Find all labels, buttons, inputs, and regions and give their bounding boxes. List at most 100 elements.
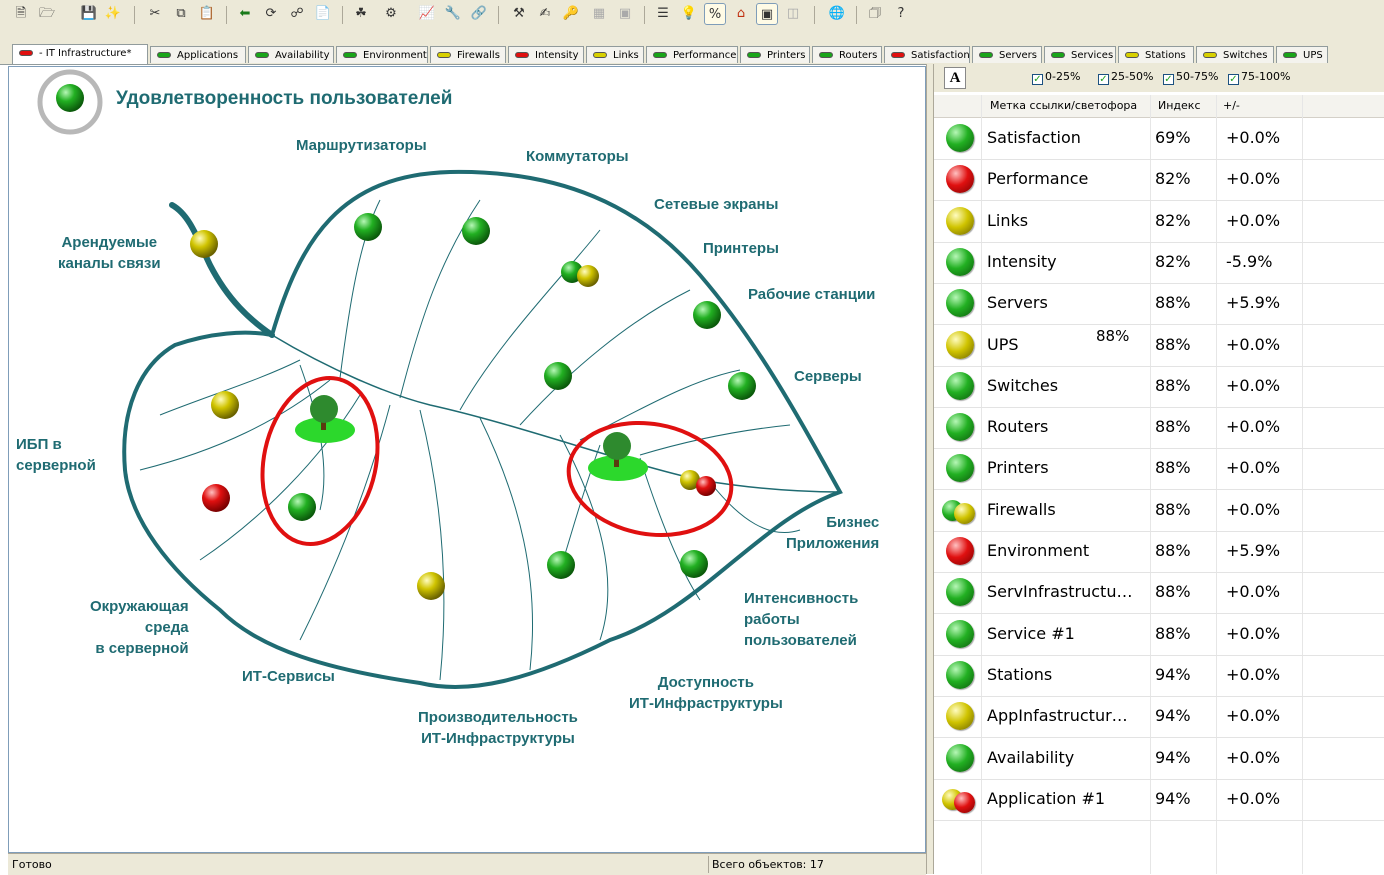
status-light-intensity <box>680 550 708 578</box>
font-size-button[interactable]: A <box>944 67 966 89</box>
indicator-row[interactable]: Routers 88% +0.0% <box>934 408 1384 450</box>
status-light-icon <box>946 702 974 731</box>
status-light-icon <box>946 454 974 483</box>
indicator-index: 88% <box>1155 334 1191 354</box>
indicator-row[interactable]: Servers 88% +5.9% <box>934 284 1384 326</box>
indicator-row[interactable]: Performance 82% +0.0% <box>934 160 1384 202</box>
indicator-delta: +0.0% <box>1226 582 1281 602</box>
filter-0-25[interactable]: ✓ 0-25% <box>1032 70 1080 85</box>
tree-icon <box>588 432 648 481</box>
indicator-row[interactable]: Service #1 88% +0.0% <box>934 615 1384 656</box>
indicator-name: Switches <box>987 375 1059 395</box>
panel-splitter[interactable] <box>926 64 934 874</box>
status-pill-icon <box>1203 52 1217 58</box>
indicator-delta: +0.0% <box>1226 375 1281 395</box>
tab-label: Stations <box>1145 50 1186 61</box>
indicator-row[interactable]: Firewalls 88% +0.0% <box>934 491 1384 532</box>
label-it-services: ИТ-Сервисы <box>242 668 335 685</box>
tab-servers[interactable]: Servers <box>972 46 1042 63</box>
indicator-index: 88% <box>1155 541 1191 560</box>
indicator-panel: A ✓ 0-25% ✓ 25-50% ✓ 50-75% ✓ 75-100% Метка … <box>934 64 1384 874</box>
status-light-group <box>56 84 756 600</box>
indicator-name: UPS <box>987 334 1019 354</box>
indicator-name: Printers <box>987 458 1049 478</box>
highlight-circle-left <box>260 376 380 546</box>
indicator-index: 88% <box>1155 417 1191 437</box>
indicator-delta: +0.0% <box>1226 623 1281 643</box>
tab-label: UPS <box>1303 50 1323 61</box>
status-light-icon <box>946 330 974 359</box>
column-header-index[interactable]: Индекс <box>1158 99 1201 112</box>
indicator-delta: +0.0% <box>1226 169 1281 189</box>
label-routers: Маршрутизаторы <box>296 137 427 154</box>
indicator-row[interactable]: Links 82% +0.0% <box>934 202 1384 243</box>
indicator-name: Environment <box>987 541 1090 560</box>
grid-header: Метка ссылки/светофора Индекс +/- <box>934 95 1384 118</box>
indicator-delta: +0.0% <box>1226 747 1281 767</box>
indicator-name: Satisfaction <box>987 128 1081 147</box>
label-environment: Окружающая среда в серверной <box>90 598 189 657</box>
filter-25-50[interactable]: ✓ 25-50% <box>1098 70 1153 85</box>
indicator-row[interactable]: Stations 94% +0.0% <box>934 656 1384 697</box>
highlight-circle-right <box>566 420 734 538</box>
indicator-row[interactable]: Printers 88% +0.0% <box>934 449 1384 491</box>
status-bar: Готово Всего объектов: 17 <box>8 853 926 875</box>
label-firewalls: Сетевые экраны <box>654 196 779 213</box>
indicator-row[interactable]: ServInfrastructu… 88% +0.0% <box>934 573 1384 615</box>
indicator-name: Routers <box>987 417 1049 437</box>
status-light-icon <box>946 247 974 276</box>
indicator-index: 88% <box>1155 582 1191 602</box>
status-light-icon <box>954 791 975 813</box>
indicator-name: Performance <box>987 169 1089 189</box>
filter-75-100[interactable]: ✓ 75-100% <box>1228 70 1290 85</box>
tab-label: Servers <box>999 50 1038 61</box>
tab-stations[interactable]: Stations <box>1118 46 1194 63</box>
indicator-index: 88% <box>1155 499 1191 519</box>
filter-bar: A ✓ 0-25% ✓ 25-50% ✓ 50-75% ✓ 75-100% <box>934 64 1384 92</box>
indicator-row[interactable]: AppInfastructur… 94% +0.0% <box>934 697 1384 739</box>
column-header-name[interactable]: Метка ссылки/светофора <box>990 99 1137 112</box>
indicator-row[interactable]: Environment 88% +5.9% <box>934 532 1384 573</box>
indicator-name: Application #1 <box>987 788 1106 808</box>
column-header-delta[interactable]: +/- <box>1223 99 1240 112</box>
tab-switches[interactable]: Switches <box>1196 46 1274 63</box>
status-light-icon <box>946 206 974 235</box>
status-light-links <box>190 230 218 258</box>
status-light-performance <box>417 572 445 600</box>
status-light-satisfaction <box>56 84 84 112</box>
status-pill-icon <box>1283 52 1297 58</box>
indicator-index: 88% <box>1155 293 1191 313</box>
tree-icon <box>295 395 355 443</box>
status-light-apps-b <box>696 476 716 496</box>
indicator-name: Firewalls <box>987 499 1056 519</box>
indicator-row[interactable]: Intensity 82% -5.9% <box>934 243 1384 284</box>
indicator-index: 88% <box>1155 623 1191 643</box>
indicator-index: 94% <box>1155 664 1191 684</box>
tab-services[interactable]: Services <box>1044 46 1116 63</box>
indicator-name: ServInfrastructu… <box>987 582 1133 602</box>
map-title: Удовлетворенность пользователей <box>116 88 453 109</box>
indicator-row[interactable]: Availability 94% +0.0% <box>934 739 1384 780</box>
indicator-row[interactable]: UPS 88% +0.0% <box>934 326 1384 367</box>
label-intensity: Интенсивность работы пользователей <box>744 590 859 649</box>
label-switches: Коммутаторы <box>526 148 629 165</box>
indicator-delta: -5.9% <box>1226 251 1273 271</box>
filter-50-75[interactable]: ✓ 50-75% <box>1163 70 1218 85</box>
status-light-icon <box>946 413 974 442</box>
status-light-icon <box>946 124 974 152</box>
indicator-delta: +0.0% <box>1226 706 1281 726</box>
indicator-row[interactable]: Satisfaction 69% +0.0% <box>934 119 1384 160</box>
status-light-firewalls-b <box>577 265 599 287</box>
indicator-delta: +0.0% <box>1226 210 1281 230</box>
indicator-row[interactable]: Application #1 94% +0.0% <box>934 780 1384 821</box>
indicator-index: 88% <box>1155 458 1191 478</box>
indicator-name: Intensity <box>987 251 1057 271</box>
status-light-icon <box>946 743 974 772</box>
tab-ups[interactable]: UPS <box>1276 46 1328 63</box>
status-light-icon <box>946 660 974 689</box>
label-ups: ИБП в серверной <box>16 436 96 474</box>
status-light-printers <box>544 362 572 390</box>
indicator-row[interactable]: Switches 88% +0.0% <box>934 367 1384 408</box>
indicator-delta: +0.0% <box>1226 128 1281 147</box>
indicator-delta: +0.0% <box>1226 499 1281 519</box>
